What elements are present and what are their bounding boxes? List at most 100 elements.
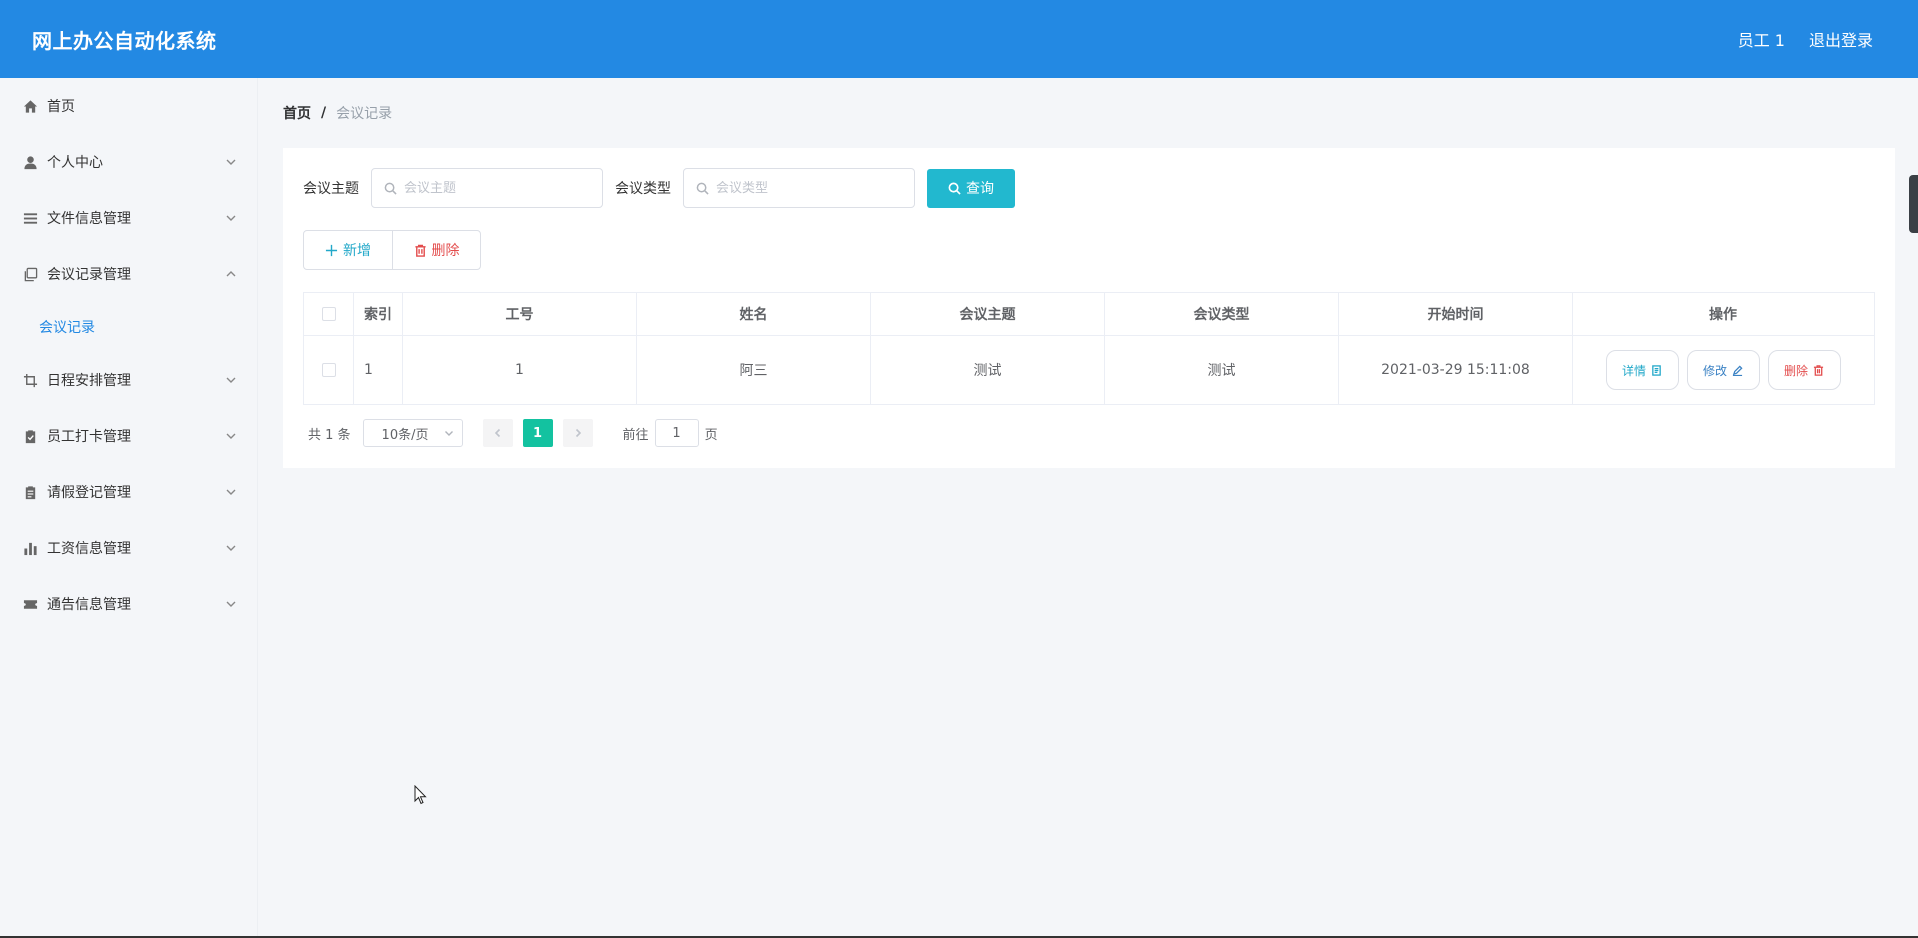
topic-search-field[interactable]	[371, 168, 603, 208]
column-header-type: 会议类型	[1105, 293, 1339, 335]
type-search-input[interactable]	[716, 180, 896, 196]
breadcrumb: 首页 / 会议记录	[283, 78, 1895, 148]
mouse-cursor-icon	[414, 785, 427, 805]
sidebar-item-label: 请假登记管理	[47, 485, 131, 501]
add-button[interactable]: 新增	[303, 230, 393, 270]
edit-icon	[1732, 364, 1743, 376]
sidebar-item-label: 通告信息管理	[47, 597, 131, 613]
sidebar-item-notice[interactable]: 通告信息管理	[0, 576, 257, 632]
meeting-records-table: 索引 工号 姓名 会议主题 会议类型 开始时间 操作 1 1 阿三 测试 测试 …	[303, 292, 1875, 405]
sidebar-item-file-info[interactable]: 文件信息管理	[0, 190, 257, 246]
goto-page-input[interactable]	[654, 419, 699, 447]
page-number-current[interactable]: 1	[522, 419, 553, 447]
plus-icon	[325, 244, 338, 256]
cell-type: 测试	[1105, 336, 1339, 404]
sidebar-item-label: 工资信息管理	[47, 541, 131, 557]
search-icon	[948, 182, 961, 195]
select-all-checkbox[interactable]	[321, 307, 336, 321]
search-icon	[696, 182, 709, 195]
sidebar-item-label: 首页	[47, 99, 75, 115]
goto-suffix: 页	[704, 427, 718, 443]
trash-icon	[1813, 364, 1824, 376]
row-delete-button-label: 删除	[1783, 363, 1808, 378]
sidebar-item-salary[interactable]: 工资信息管理	[0, 520, 257, 576]
main-content: 首页 / 会议记录 会议主题 会议类型 查询 新增	[283, 78, 1895, 468]
edit-button[interactable]: 修改	[1686, 350, 1760, 390]
sidebar-item-label: 员工打卡管理	[47, 429, 131, 445]
header-user-area: 员工 1 退出登录	[1738, 27, 1873, 51]
next-page-button[interactable]	[562, 419, 593, 447]
app-title: 网上办公自动化系统	[32, 28, 217, 53]
sidebar-item-attendance[interactable]: 员工打卡管理	[0, 408, 257, 464]
side-panel-handle[interactable]	[1909, 175, 1918, 233]
search-form: 会议主题 会议类型 查询	[303, 168, 1875, 208]
crop-icon	[22, 372, 38, 388]
detail-button[interactable]: 详情	[1605, 350, 1679, 390]
prev-page-button[interactable]	[482, 419, 513, 447]
cell-name: 阿三	[637, 336, 871, 404]
search-icon	[384, 182, 397, 195]
current-user[interactable]: 员工 1	[1738, 27, 1785, 51]
sidebar-item-schedule[interactable]: 日程安排管理	[0, 352, 257, 408]
breadcrumb-separator: /	[321, 105, 327, 121]
cell-start-time: 2021-03-29 15:11:08	[1339, 336, 1573, 404]
chevron-left-icon	[494, 428, 500, 438]
sidebar-item-label: 个人中心	[47, 155, 103, 171]
sidebar-item-leave[interactable]: 请假登记管理	[0, 464, 257, 520]
column-header-name: 姓名	[637, 293, 871, 335]
sidebar-subitem-meeting-record[interactable]: 会议记录	[0, 302, 257, 352]
clipboard-icon	[22, 484, 38, 500]
delete-button[interactable]: 删除	[392, 230, 481, 270]
sidebar-item-personal-center[interactable]: 个人中心	[0, 134, 257, 190]
sidebar-item-label: 文件信息管理	[47, 211, 131, 227]
trash-icon	[414, 244, 426, 257]
chevron-down-icon	[225, 212, 237, 224]
chevron-down-icon	[225, 374, 237, 386]
query-button[interactable]: 查询	[927, 168, 1015, 208]
sidebar-item-label: 会议记录管理	[47, 267, 131, 283]
sidebar-item-meeting-records[interactable]: 会议记录管理	[0, 246, 257, 302]
column-header-topic: 会议主题	[871, 293, 1105, 335]
chevron-down-icon	[225, 598, 237, 610]
list-icon	[22, 210, 38, 226]
clipboard-check-icon	[22, 428, 38, 444]
content-panel: 会议主题 会议类型 查询 新增 删除	[283, 148, 1895, 468]
cell-operations: 详情 修改 删除	[1573, 336, 1873, 404]
topic-search-input[interactable]	[404, 180, 584, 196]
chevron-right-icon	[575, 428, 581, 438]
logout-link[interactable]: 退出登录	[1809, 27, 1873, 51]
home-icon	[22, 98, 38, 114]
column-header-emp-no: 工号	[403, 293, 637, 335]
sidebar-item-home[interactable]: 首页	[0, 78, 257, 134]
ticket-icon	[22, 596, 38, 612]
chevron-down-icon	[225, 430, 237, 442]
column-header-start-time: 开始时间	[1339, 293, 1573, 335]
pagination: 共 1 条 10条/页 1 前往 页	[303, 419, 1875, 447]
breadcrumb-current: 会议记录	[336, 106, 393, 122]
edit-button-label: 修改	[1702, 363, 1727, 378]
row-checkbox[interactable]	[321, 363, 336, 377]
add-button-label: 新增	[343, 243, 371, 259]
column-header-index: 索引	[354, 293, 403, 335]
cell-topic: 测试	[871, 336, 1105, 404]
chevron-down-icon	[225, 542, 237, 554]
table-row: 1 1 阿三 测试 测试 2021-03-29 15:11:08 详情 修改 删…	[304, 336, 1874, 404]
copy-icon	[22, 266, 38, 282]
page-size-value: 10条/页	[381, 427, 429, 443]
chevron-down-icon	[225, 156, 237, 168]
type-search-field[interactable]	[683, 168, 915, 208]
page-size-select[interactable]: 10条/页	[362, 419, 463, 447]
row-delete-button[interactable]: 删除	[1767, 350, 1841, 390]
breadcrumb-home[interactable]: 首页	[283, 103, 311, 123]
query-button-label: 查询	[966, 181, 994, 197]
table-header-row: 索引 工号 姓名 会议主题 会议类型 开始时间 操作	[304, 293, 1874, 336]
chevron-down-icon	[444, 431, 453, 436]
row-checkbox-cell	[304, 336, 354, 404]
top-header: 网上办公自动化系统 员工 1 退出登录	[0, 0, 1918, 78]
sidebar: 首页 个人中心 文件信息管理 会议记录管理 会议记录 日程安排管理 员工打卡管理	[0, 78, 258, 938]
sidebar-item-label: 日程安排管理	[47, 373, 131, 389]
bar-chart-icon	[22, 540, 38, 556]
cell-emp-no: 1	[403, 336, 637, 404]
chevron-up-icon	[225, 268, 237, 280]
cell-index: 1	[354, 336, 403, 404]
